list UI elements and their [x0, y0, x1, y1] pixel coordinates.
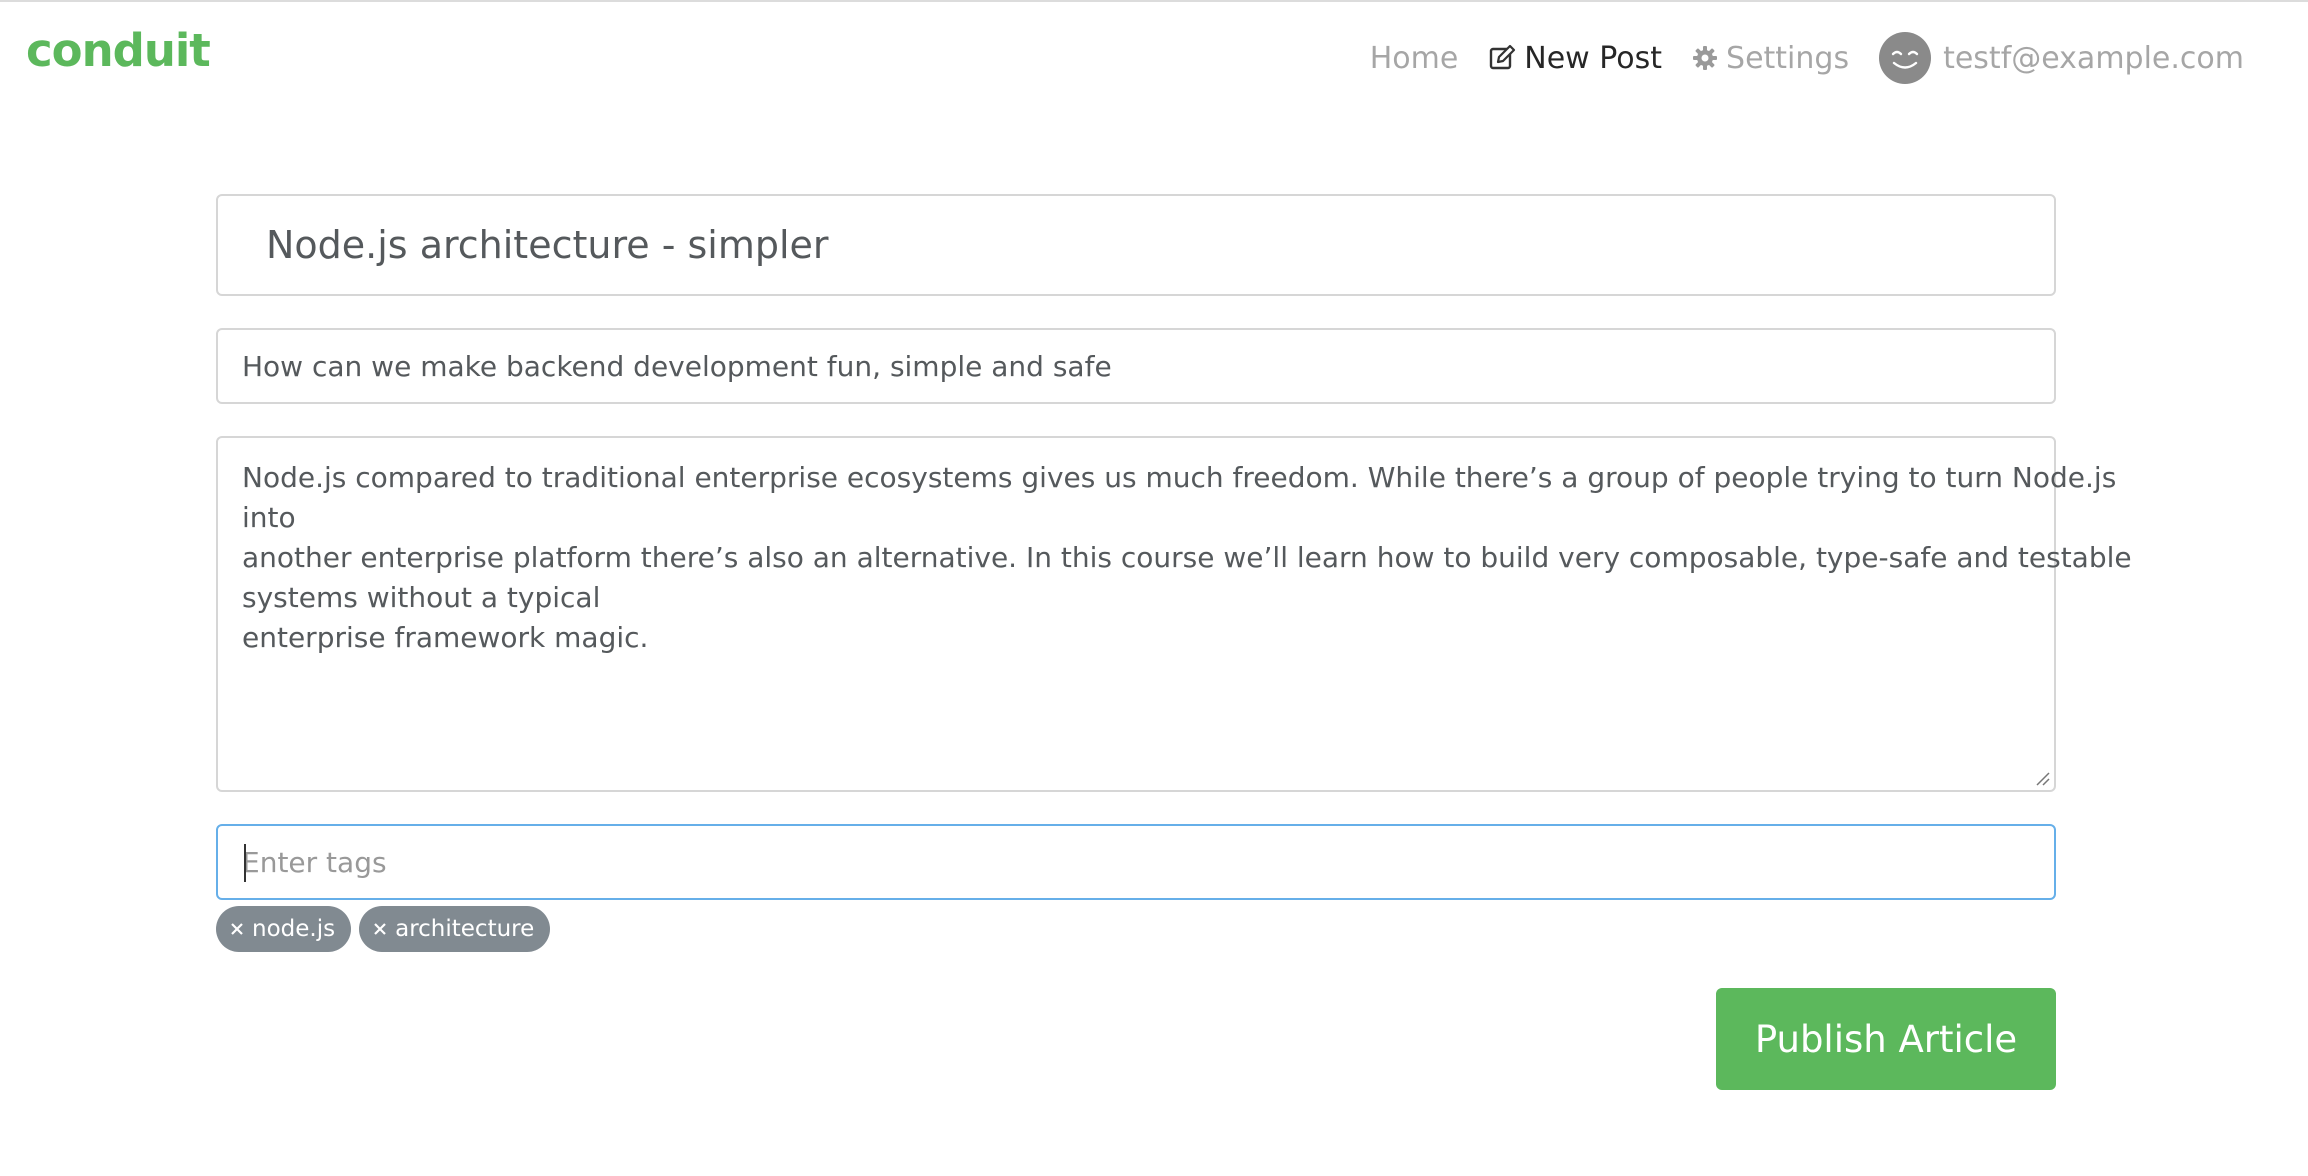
- article-title-value: Node.js architecture - simpler: [266, 223, 829, 267]
- publish-article-button[interactable]: Publish Article: [1716, 988, 2056, 1090]
- nav-home-label: Home: [1369, 40, 1459, 76]
- resize-handle-icon[interactable]: [2034, 770, 2050, 786]
- tag-list: node.js architecture: [216, 906, 2056, 952]
- nav-settings-label: Settings: [1726, 40, 1850, 76]
- nav-profile[interactable]: testf@example.com: [1879, 32, 2244, 84]
- tags-input[interactable]: Enter tags: [216, 824, 2056, 900]
- nav-new-post-label: New Post: [1524, 40, 1663, 76]
- tag-pill[interactable]: architecture: [359, 906, 551, 952]
- close-icon[interactable]: [373, 922, 387, 936]
- tags-placeholder: Enter tags: [242, 845, 387, 879]
- body-line: Node.js compared to traditional enterpri…: [242, 461, 2117, 494]
- edit-icon: [1488, 44, 1516, 72]
- body-line: into: [242, 501, 296, 534]
- nav-links: Home New Post Settings testf@example.com: [1370, 30, 2244, 86]
- tag-label: architecture: [395, 916, 535, 942]
- article-about-input[interactable]: How can we make backend development fun,…: [216, 328, 2056, 404]
- nav-home[interactable]: Home: [1370, 41, 1459, 76]
- text-caret: [244, 844, 246, 882]
- nav-user-label: testf@example.com: [1943, 40, 2244, 76]
- body-line: another enterprise platform there’s also…: [242, 541, 2132, 574]
- navbar: conduit Home New Post Settings testf@exa…: [0, 2, 2308, 110]
- body-line: systems without a typical: [242, 581, 601, 614]
- brand-logo[interactable]: conduit: [26, 24, 211, 77]
- article-title-input[interactable]: Node.js architecture - simpler: [216, 194, 2056, 296]
- close-icon[interactable]: [230, 922, 244, 936]
- tag-pill[interactable]: node.js: [216, 906, 352, 952]
- body-line: enterprise framework magic.: [242, 621, 649, 654]
- article-editor-form: Node.js architecture - simpler How can w…: [216, 194, 2132, 952]
- smiley-avatar-icon: [1891, 50, 1919, 69]
- article-body-textarea[interactable]: Node.js compared to traditional enterpri…: [216, 436, 2132, 792]
- tag-label: node.js: [252, 916, 336, 942]
- nav-new-post[interactable]: New Post: [1488, 41, 1662, 76]
- gear-icon: [1692, 45, 1718, 71]
- nav-settings[interactable]: Settings: [1692, 41, 1849, 76]
- avatar: [1879, 32, 1932, 84]
- article-about-value: How can we make backend development fun,…: [242, 349, 1112, 383]
